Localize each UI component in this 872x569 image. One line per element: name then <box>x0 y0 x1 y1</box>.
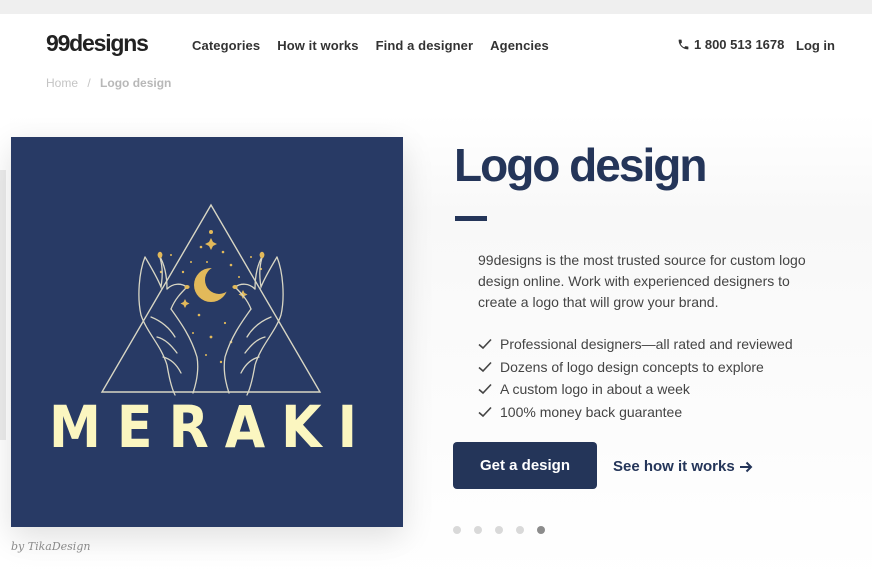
title-underline <box>455 216 487 221</box>
carousel-dot[interactable] <box>474 526 482 534</box>
hero-description: 99designs is the most trusted source for… <box>478 252 806 310</box>
feature-list: Professional designers—all rated and rev… <box>478 333 793 423</box>
breadcrumb-current: Logo design <box>100 76 172 90</box>
check-icon <box>478 406 494 418</box>
browser-top-strip <box>0 0 872 14</box>
carousel-dot[interactable] <box>516 526 524 534</box>
meraki-wordmark: MERAKI <box>49 393 373 461</box>
feature-text: 100% money back guarantee <box>500 403 683 420</box>
carousel-dot-active[interactable] <box>537 526 545 534</box>
edge-shadow <box>0 170 6 440</box>
check-icon <box>478 361 494 373</box>
nav-agencies[interactable]: Agencies <box>490 38 549 53</box>
main-nav: Categories How it works Find a designer … <box>192 38 566 53</box>
feature-text: Professional designers—all rated and rev… <box>500 336 793 352</box>
feature-item: 100% money back guarantee <box>478 401 793 424</box>
feature-text: A custom logo in about a week <box>500 381 690 397</box>
meraki-logo-illustration: MERAKI <box>49 203 373 461</box>
carousel-dots <box>453 526 545 534</box>
site-logo[interactable]: 99designs <box>46 30 149 57</box>
phone-icon <box>678 39 689 50</box>
check-icon <box>478 338 494 350</box>
phone-link[interactable]: 1 800 513 1678 <box>677 37 784 52</box>
hero-logo-image: MERAKI <box>11 137 403 527</box>
login-link[interactable]: Log in <box>796 38 835 53</box>
carousel-dot[interactable] <box>453 526 461 534</box>
feature-text: Dozens of logo design concepts to explor… <box>500 358 764 375</box>
page-title: Logo design <box>454 139 707 191</box>
carousel-dot[interactable] <box>495 526 503 534</box>
see-how-it-works-label: See how it works <box>613 458 735 475</box>
arrow-right-icon <box>739 461 753 472</box>
see-how-it-works-link[interactable]: See how it works <box>613 458 753 475</box>
nav-find-designer[interactable]: Find a designer <box>376 38 474 53</box>
nav-how-it-works[interactable]: How it works <box>277 38 358 53</box>
breadcrumb: Home / Logo design <box>46 76 171 90</box>
feature-item: Professional designers—all rated and rev… <box>478 333 793 356</box>
nav-categories[interactable]: Categories <box>192 38 260 53</box>
image-credit: by TikaDesign <box>11 540 91 553</box>
phone-number: 1 800 513 1678 <box>694 37 785 52</box>
get-a-design-button[interactable]: Get a design <box>453 442 597 489</box>
feature-item: A custom logo in about a week <box>478 378 793 401</box>
breadcrumb-separator: / <box>87 76 91 90</box>
feature-item: Dozens of logo design concepts to explor… <box>478 356 793 379</box>
breadcrumb-home[interactable]: Home <box>46 76 78 90</box>
check-icon <box>478 383 494 395</box>
